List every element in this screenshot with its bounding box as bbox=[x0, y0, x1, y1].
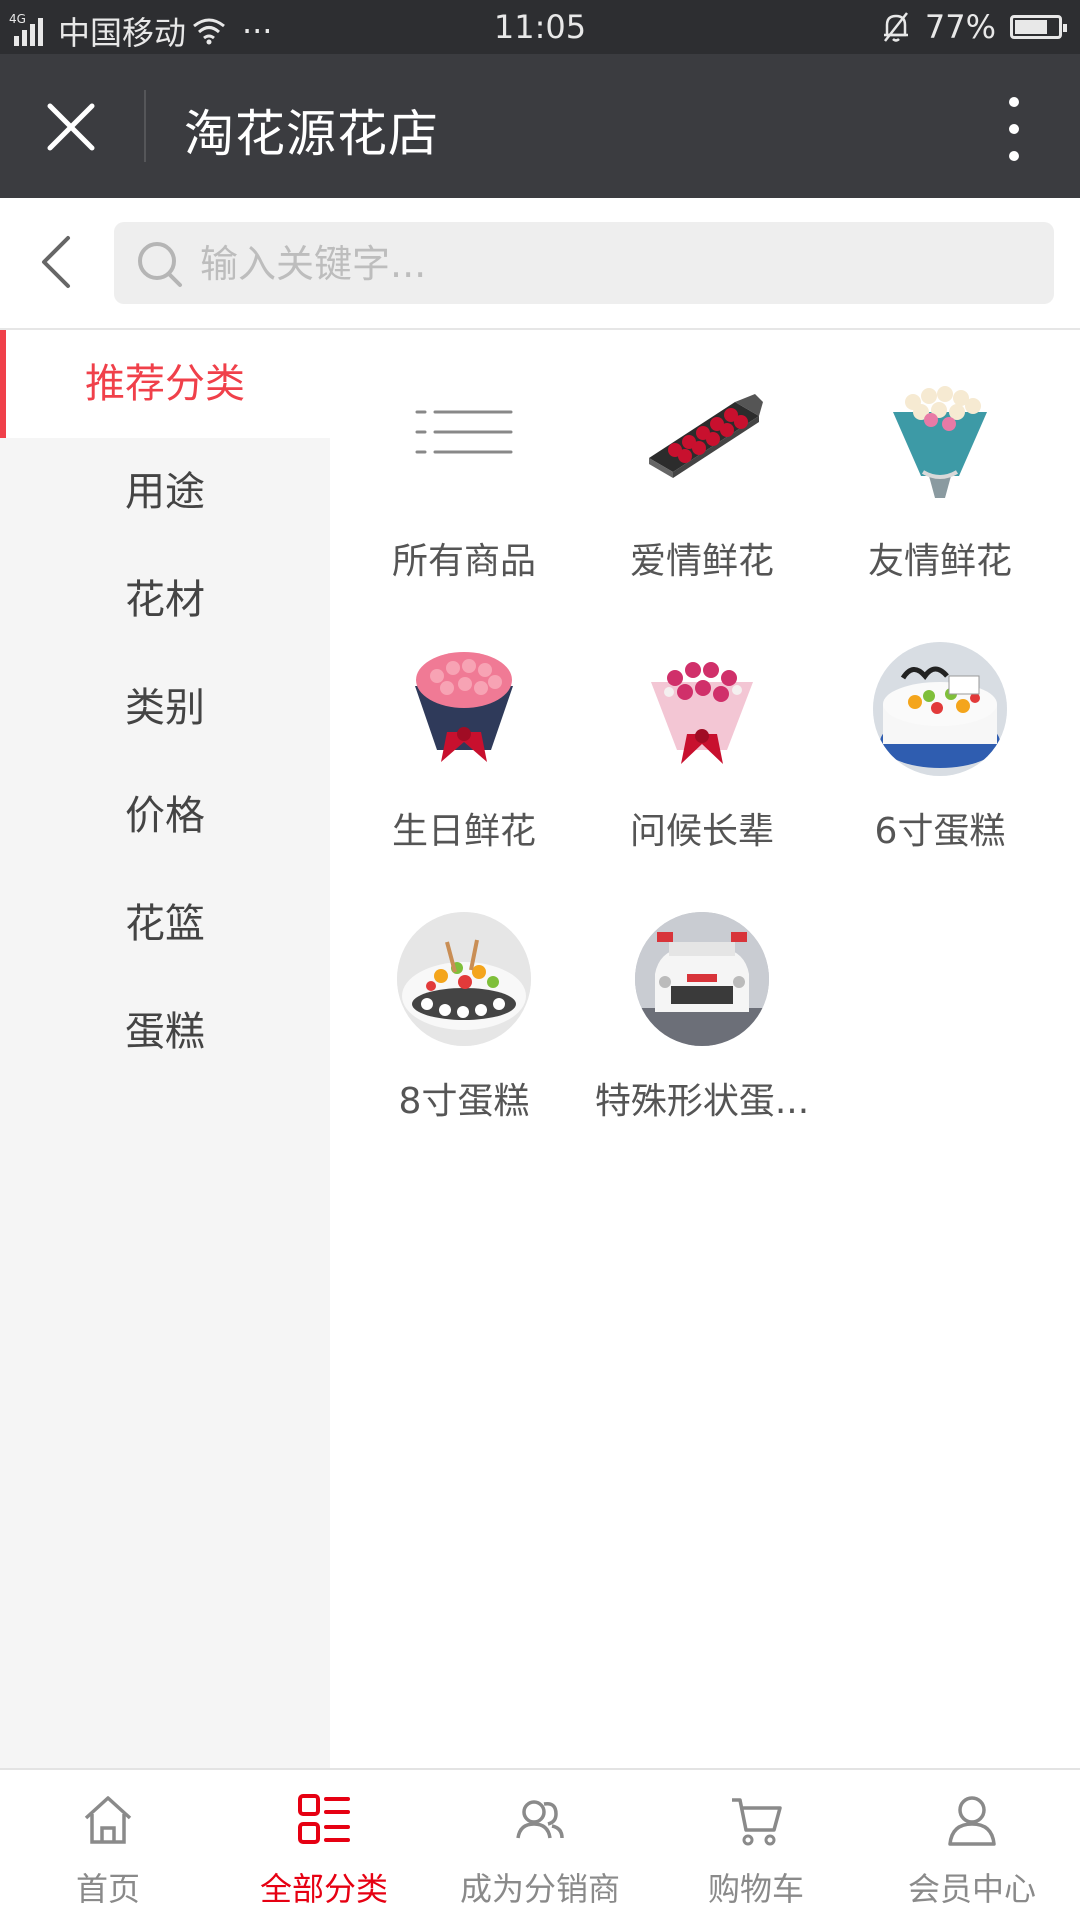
more-vertical-icon[interactable] bbox=[1008, 94, 1020, 164]
search-row bbox=[0, 198, 1080, 330]
sidebar-item-type[interactable]: 类别 bbox=[0, 654, 330, 762]
tab-member-center[interactable]: 会员中心 bbox=[864, 1770, 1080, 1922]
sidebar-item-label: 类别 bbox=[125, 685, 205, 731]
tab-become-distributor[interactable]: 成为分销商 bbox=[432, 1770, 648, 1922]
rose-box-image bbox=[635, 372, 769, 506]
battery-percent: 77% bbox=[924, 8, 996, 46]
category-sidebar: 推荐分类 用途 花材 类别 价格 花篮 蛋糕 bbox=[0, 330, 330, 1770]
home-icon bbox=[84, 1796, 132, 1844]
sidebar-item-label: 价格 bbox=[125, 793, 205, 839]
search-box[interactable] bbox=[114, 222, 1054, 304]
user-icon bbox=[948, 1796, 996, 1846]
category-icon bbox=[298, 1794, 350, 1844]
back-arrow-icon[interactable] bbox=[34, 232, 78, 292]
tab-cart[interactable]: 购物车 bbox=[648, 1770, 864, 1922]
carnation-bouquet-image bbox=[635, 642, 769, 776]
tab-home[interactable]: 首页 bbox=[0, 1770, 216, 1922]
sidebar-active-label: 推荐分类 bbox=[85, 361, 245, 407]
car-cake-image bbox=[635, 912, 769, 1046]
category-8-inch-cake[interactable]: 8寸蛋糕 bbox=[346, 900, 582, 1140]
bottom-tab-bar: 首页 全部分类 成为分销商 购物车 会员中心 bbox=[0, 1768, 1080, 1922]
tab-label: 购物车 bbox=[707, 1870, 804, 1908]
users-icon bbox=[516, 1800, 564, 1839]
tab-all-categories[interactable]: 全部分类 bbox=[216, 1770, 432, 1922]
battery-icon bbox=[1010, 15, 1067, 39]
list-icon bbox=[397, 372, 531, 506]
sidebar-item-label: 用途 bbox=[125, 469, 205, 515]
search-icon bbox=[138, 242, 182, 287]
category-label: 爱情鲜花 bbox=[629, 541, 774, 582]
tab-label: 全部分类 bbox=[259, 1870, 388, 1908]
cart-icon bbox=[732, 1798, 782, 1846]
category-label: 生日鲜花 bbox=[391, 811, 536, 852]
fruit-cake-image bbox=[873, 642, 1007, 776]
sidebar-item-price[interactable]: 价格 bbox=[0, 762, 330, 870]
category-label: 所有商品 bbox=[391, 541, 536, 582]
sidebar-item-label: 蛋糕 bbox=[125, 1009, 205, 1055]
category-birthday-flowers[interactable]: 生日鲜花 bbox=[346, 630, 582, 870]
close-icon[interactable] bbox=[44, 100, 98, 154]
category-label: 6寸蛋糕 bbox=[874, 811, 1006, 852]
sidebar-item-cake[interactable]: 蛋糕 bbox=[0, 978, 330, 1086]
bell-muted-icon bbox=[883, 12, 908, 42]
search-input[interactable] bbox=[198, 236, 1022, 292]
category-friendship-flowers[interactable]: 友情鲜花 bbox=[822, 360, 1058, 600]
sidebar-item-usage[interactable]: 用途 bbox=[0, 438, 330, 546]
tab-label: 会员中心 bbox=[907, 1870, 1036, 1908]
category-label: 友情鲜花 bbox=[867, 541, 1012, 582]
sidebar-item-label: 花材 bbox=[125, 577, 205, 623]
category-love-flowers[interactable]: 爱情鲜花 bbox=[584, 360, 820, 600]
status-right: 77% bbox=[881, 8, 1067, 46]
sidebar-item-flower-basket[interactable]: 花篮 bbox=[0, 870, 330, 978]
tab-label: 成为分销商 bbox=[459, 1870, 620, 1908]
sidebar-item-label: 花篮 bbox=[125, 901, 205, 947]
category-greet-elders[interactable]: 问候长辈 bbox=[584, 630, 820, 870]
category-special-shape-cake[interactable]: 特殊形状蛋... bbox=[584, 900, 820, 1140]
category-6-inch-cake[interactable]: 6寸蛋糕 bbox=[822, 630, 1058, 870]
category-all-products[interactable]: 所有商品 bbox=[346, 360, 582, 600]
status-bar: 4G 中国移动 ··· 11:05 77% bbox=[0, 0, 1080, 54]
sidebar-item-flower-material[interactable]: 花材 bbox=[0, 546, 330, 654]
fruit-cake-image bbox=[397, 912, 531, 1046]
page-title: 淘花源花店 bbox=[184, 105, 439, 163]
category-label: 问候长辈 bbox=[629, 811, 774, 852]
category-label: 特殊形状蛋... bbox=[594, 1081, 810, 1122]
category-label: 8寸蛋糕 bbox=[398, 1081, 530, 1122]
lily-bouquet-image bbox=[873, 372, 1007, 506]
title-divider bbox=[144, 90, 146, 162]
title-bar: 淘花源花店 bbox=[0, 54, 1080, 198]
pink-rose-bouquet-image bbox=[397, 642, 531, 776]
tab-label: 首页 bbox=[75, 1870, 140, 1908]
